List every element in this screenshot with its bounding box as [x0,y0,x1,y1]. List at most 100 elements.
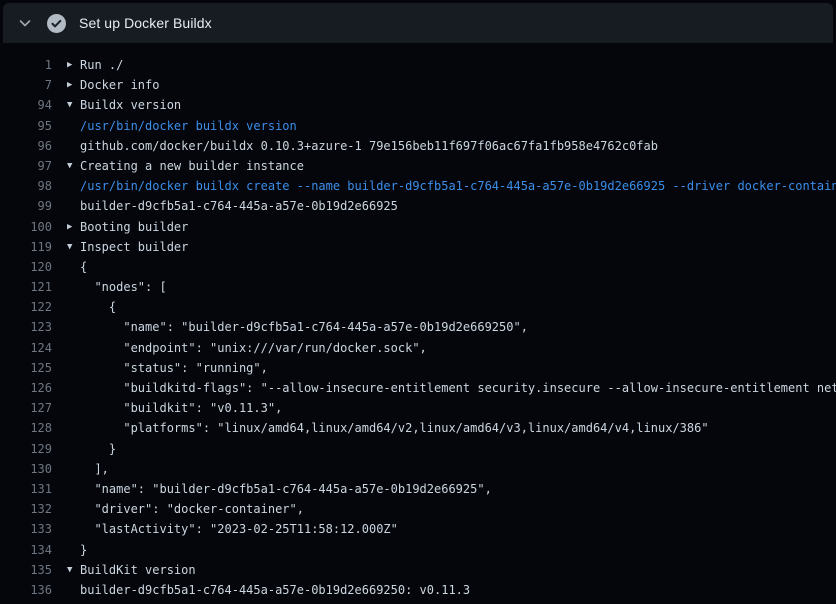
group-toggle-icon [52,499,80,519]
log-line: 121 "nodes": [ [0,277,836,297]
group-expanded-icon[interactable]: ▼ [52,560,80,580]
log-line: 123 "name": "builder-d9cfb5a1-c764-445a-… [0,317,836,337]
line-number[interactable]: 135 [0,560,52,580]
line-text: github.com/docker/buildx 0.10.3+azure-1 … [80,136,658,156]
line-number[interactable]: 96 [0,136,52,156]
group-expanded-icon[interactable]: ▼ [52,156,80,176]
line-text: /usr/bin/docker buildx create --name bui… [80,176,836,196]
group-expanded-icon[interactable]: ▼ [52,95,80,115]
group-toggle-icon [52,277,80,297]
line-text: Booting builder [80,217,188,237]
line-text: { [80,297,116,317]
line-number[interactable]: 121 [0,277,52,297]
line-text: "platforms": "linux/amd64,linux/amd64/v2… [80,418,709,438]
line-text: "name": "builder-d9cfb5a1-c764-445a-a57e… [80,317,528,337]
line-number[interactable]: 132 [0,499,52,519]
line-number[interactable]: 131 [0,479,52,499]
log-line: 122 { [0,297,836,317]
line-number[interactable]: 130 [0,459,52,479]
chevron-down-icon[interactable] [17,15,33,31]
line-number[interactable]: 123 [0,317,52,337]
group-toggle-icon [52,116,80,136]
log-line: 128 "platforms": "linux/amd64,linux/amd6… [0,418,836,438]
log-line: 133 "lastActivity": "2023-02-25T11:58:12… [0,519,836,539]
log-line[interactable]: 135 ▼ BuildKit version [0,560,836,580]
log-line[interactable]: 94 ▼ Buildx version [0,95,836,115]
group-toggle-icon [52,297,80,317]
line-text: builder-d9cfb5a1-c764-445a-a57e-0b19d2e6… [80,580,470,600]
group-toggle-icon [52,459,80,479]
line-text: Inspect builder [80,237,188,257]
line-text: { [80,257,87,277]
line-text: Docker info [80,75,159,95]
line-number[interactable]: 120 [0,257,52,277]
log-line[interactable]: 97 ▼ Creating a new builder instance [0,156,836,176]
line-number[interactable]: 129 [0,439,52,459]
line-text: "buildkitd-flags": "--allow-insecure-ent… [80,378,836,398]
line-number[interactable]: 98 [0,176,52,196]
line-number[interactable]: 127 [0,398,52,418]
group-collapsed-icon[interactable]: ▶ [52,75,80,95]
group-collapsed-icon[interactable]: ▶ [52,217,80,237]
log-line: 125 "status": "running", [0,358,836,378]
log-line[interactable]: 1 ▶ Run ./ [0,55,836,75]
line-number[interactable]: 97 [0,156,52,176]
line-number[interactable]: 119 [0,237,52,257]
step-log-panel: Set up Docker Buildx 1 ▶ Run ./ 7 ▶ Dock… [0,0,836,604]
group-toggle-icon [52,378,80,398]
group-toggle-icon [52,317,80,337]
log-line: 131 "name": "builder-d9cfb5a1-c764-445a-… [0,479,836,499]
group-toggle-icon [52,519,80,539]
group-toggle-icon [52,439,80,459]
group-toggle-icon [52,338,80,358]
line-number[interactable]: 100 [0,217,52,237]
log-line: 130 ], [0,459,836,479]
line-text: builder-d9cfb5a1-c764-445a-a57e-0b19d2e6… [80,196,398,216]
line-text: BuildKit version [80,560,196,580]
group-toggle-icon [52,479,80,499]
log-line: 127 "buildkit": "v0.11.3", [0,398,836,418]
log-line: 99 builder-d9cfb5a1-c764-445a-a57e-0b19d… [0,196,836,216]
line-number[interactable]: 99 [0,196,52,216]
line-text: /usr/bin/docker buildx version [80,116,297,136]
line-text: "buildkit": "v0.11.3", [80,398,282,418]
group-toggle-icon [52,580,80,600]
group-toggle-icon [52,136,80,156]
line-text: "name": "builder-d9cfb5a1-c764-445a-a57e… [80,479,492,499]
check-circle-icon [47,14,66,33]
log-lines: 1 ▶ Run ./ 7 ▶ Docker info 94 ▼ Buildx v… [0,43,836,600]
group-toggle-icon [52,418,80,438]
group-expanded-icon[interactable]: ▼ [52,237,80,257]
log-line: 136 builder-d9cfb5a1-c764-445a-a57e-0b19… [0,580,836,600]
group-toggle-icon [52,358,80,378]
line-text: Buildx version [80,95,181,115]
line-number[interactable]: 94 [0,95,52,115]
line-number[interactable]: 134 [0,540,52,560]
step-header[interactable]: Set up Docker Buildx [3,3,833,43]
line-text: Run ./ [80,55,123,75]
group-collapsed-icon[interactable]: ▶ [52,55,80,75]
line-number[interactable]: 124 [0,338,52,358]
line-number[interactable]: 7 [0,75,52,95]
line-text: ], [80,459,109,479]
log-line[interactable]: 119 ▼ Inspect builder [0,237,836,257]
line-number[interactable]: 126 [0,378,52,398]
line-number[interactable]: 128 [0,418,52,438]
log-line[interactable]: 7 ▶ Docker info [0,75,836,95]
line-text: } [80,439,116,459]
line-number[interactable]: 1 [0,55,52,75]
line-number[interactable]: 125 [0,358,52,378]
line-number[interactable]: 122 [0,297,52,317]
log-line[interactable]: 100 ▶ Booting builder [0,217,836,237]
line-number[interactable]: 133 [0,519,52,539]
line-text: "driver": "docker-container", [80,499,304,519]
group-toggle-icon [52,540,80,560]
line-text: "nodes": [ [80,277,167,297]
log-line: 134 } [0,540,836,560]
line-number[interactable]: 136 [0,580,52,600]
line-number[interactable]: 95 [0,116,52,136]
line-text: } [80,540,87,560]
log-line: 98 /usr/bin/docker buildx create --name … [0,176,836,196]
line-text: Creating a new builder instance [80,156,304,176]
group-toggle-icon [52,196,80,216]
